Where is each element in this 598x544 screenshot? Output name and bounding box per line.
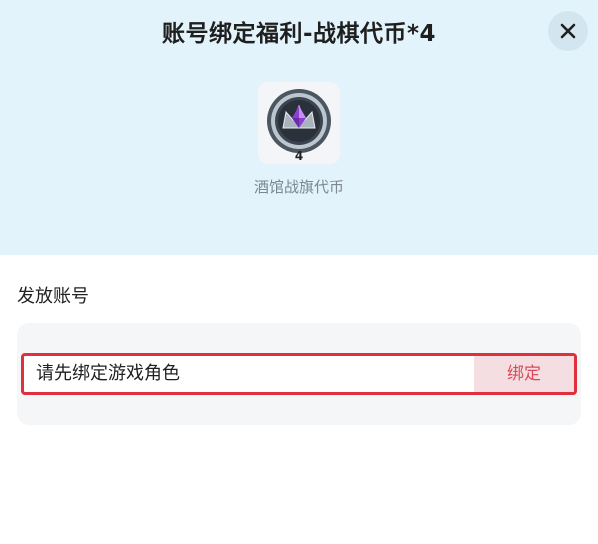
bind-account-row: 请先绑定游戏角色 绑定 — [21, 353, 577, 395]
reward-count: 4 — [294, 149, 304, 163]
reward-header-panel: 账号绑定福利-战棋代币*4 4 酒馆战旗代币 — [0, 0, 598, 255]
dialog-title: 账号绑定福利-战棋代币*4 — [161, 21, 437, 47]
reward-name: 酒馆战旗代币 — [253, 178, 344, 196]
section-title: 发放账号 — [17, 286, 89, 307]
close-button[interactable] — [548, 11, 588, 51]
bind-button[interactable]: 绑定 — [474, 356, 574, 392]
reward-item-tile: 4 — [258, 82, 340, 164]
close-icon — [560, 23, 576, 39]
crown-gem-coin-icon — [267, 89, 331, 153]
bind-prompt-text: 请先绑定游戏角色 — [36, 363, 180, 384]
